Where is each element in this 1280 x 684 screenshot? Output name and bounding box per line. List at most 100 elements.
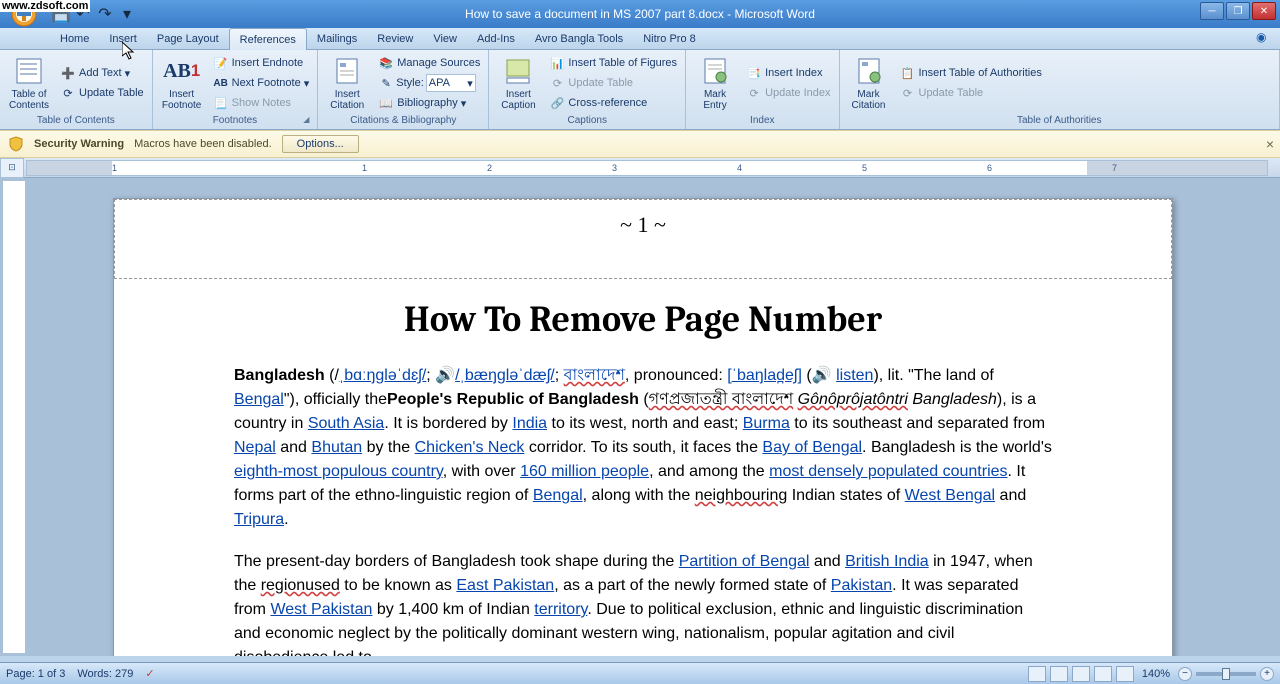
zoom-in-button[interactable]: + bbox=[1260, 667, 1274, 681]
status-words[interactable]: Words: 279 bbox=[77, 668, 133, 680]
status-bar: Page: 1 of 3 Words: 279 ✓ 140% − + bbox=[0, 662, 1280, 684]
tab-avro-bangla[interactable]: Avro Bangla Tools bbox=[525, 28, 633, 50]
tab-view[interactable]: View bbox=[423, 28, 467, 50]
spell-check-icon[interactable]: ✓ bbox=[145, 667, 154, 680]
document-body[interactable]: Bangladesh (/ˌbɑːŋɡləˈdɛʃ/; 🔊/ˌbæŋɡləˈdæ… bbox=[234, 364, 1052, 656]
manage-sources-button[interactable]: 📚Manage Sources bbox=[374, 53, 484, 73]
style-icon: ✎ bbox=[378, 75, 394, 91]
view-draft[interactable] bbox=[1116, 666, 1134, 682]
update-table-captions-button: ⟳Update Table bbox=[545, 73, 681, 93]
insert-endnote-button[interactable]: 📝Insert Endnote bbox=[209, 53, 314, 73]
page-container[interactable]: ~ 1 ~ How To Remove Page Number Banglade… bbox=[28, 178, 1280, 656]
add-text-icon: ➕ bbox=[60, 65, 76, 81]
show-notes-button: 📃Show Notes bbox=[209, 93, 314, 113]
insert-caption-button[interactable]: Insert Caption bbox=[493, 52, 543, 114]
tab-page-layout[interactable]: Page Layout bbox=[147, 28, 229, 50]
vertical-ruler[interactable] bbox=[2, 180, 26, 654]
group-label-index: Index bbox=[690, 114, 834, 127]
update-index-icon: ⟳ bbox=[746, 85, 762, 101]
update-table-button[interactable]: ⟳Update Table bbox=[56, 83, 148, 103]
caption-icon bbox=[502, 55, 534, 87]
security-warning-bar: Security Warning Macros have been disabl… bbox=[0, 130, 1280, 158]
group-captions: Insert Caption 📊Insert Table of Figures … bbox=[489, 50, 686, 129]
tab-nitro-pro[interactable]: Nitro Pro 8 bbox=[633, 28, 706, 50]
redo-icon[interactable]: ↷ bbox=[96, 5, 114, 23]
tab-references[interactable]: References bbox=[229, 28, 307, 50]
group-index: Mark Entry 📑Insert Index ⟳Update Index I… bbox=[686, 50, 839, 129]
group-label-footnotes: Footnotes bbox=[157, 114, 314, 127]
zoom-slider[interactable] bbox=[1196, 672, 1256, 676]
view-print-layout[interactable] bbox=[1028, 666, 1046, 682]
minimize-button[interactable]: ─ bbox=[1200, 2, 1224, 20]
tab-mailings[interactable]: Mailings bbox=[307, 28, 367, 50]
tab-insert[interactable]: Insert bbox=[99, 28, 147, 50]
bibliography-icon: 📖 bbox=[378, 95, 394, 111]
view-full-screen[interactable] bbox=[1050, 666, 1068, 682]
ruler-area: ⊡ 1 1 2 3 4 5 6 7 bbox=[0, 158, 1280, 178]
figures-icon: 📊 bbox=[549, 55, 565, 71]
zoom-out-button[interactable]: − bbox=[1178, 667, 1192, 681]
insert-index-button[interactable]: 📑Insert Index bbox=[742, 63, 834, 83]
tab-home[interactable]: Home bbox=[50, 28, 99, 50]
ribbon: Table of Contents ➕Add Text ▾ ⟳Update Ta… bbox=[0, 50, 1280, 130]
window-title: How to save a document in MS 2007 part 8… bbox=[465, 7, 815, 21]
view-web-layout[interactable] bbox=[1072, 666, 1090, 682]
zoom-level[interactable]: 140% bbox=[1142, 668, 1170, 680]
style-label: Style: bbox=[396, 77, 424, 89]
insert-toa-icon: 📋 bbox=[900, 65, 916, 81]
group-label-toc: Table of Contents bbox=[4, 114, 148, 127]
ruler-corner[interactable]: ⊡ bbox=[0, 158, 24, 178]
mark-entry-label: Mark Entry bbox=[703, 89, 726, 111]
table-of-contents-button[interactable]: Table of Contents bbox=[4, 52, 54, 114]
style-select[interactable]: APA▾ bbox=[426, 74, 476, 92]
status-page[interactable]: Page: 1 of 3 bbox=[6, 668, 65, 680]
manage-sources-icon: 📚 bbox=[378, 55, 394, 71]
citation-label: Insert Citation bbox=[330, 89, 364, 111]
show-notes-icon: 📃 bbox=[213, 95, 229, 111]
ribbon-tabs: Home Insert Page Layout References Maili… bbox=[0, 28, 1280, 50]
insert-toa-button[interactable]: 📋Insert Table of Authorities bbox=[896, 63, 1046, 83]
tab-add-ins[interactable]: Add-Ins bbox=[467, 28, 525, 50]
maximize-button[interactable]: ❐ bbox=[1226, 2, 1250, 20]
close-button[interactable]: ✕ bbox=[1252, 2, 1276, 20]
security-options-button[interactable]: Options... bbox=[282, 135, 359, 153]
insert-table-figures-button[interactable]: 📊Insert Table of Figures bbox=[545, 53, 681, 73]
add-text-button[interactable]: ➕Add Text ▾ bbox=[56, 63, 148, 83]
update-icon: ⟳ bbox=[60, 85, 76, 101]
security-warning-message: Macros have been disabled. bbox=[134, 138, 272, 150]
citation-icon bbox=[331, 55, 363, 87]
insert-footnote-button[interactable]: AB1 Insert Footnote bbox=[157, 52, 207, 114]
security-close-button[interactable]: × bbox=[1266, 136, 1274, 152]
titlebar: 💾 ↶ ↷ ▾ How to save a document in MS 200… bbox=[0, 0, 1280, 28]
page-header: ~ 1 ~ bbox=[114, 199, 1172, 279]
mark-citation-button[interactable]: Mark Citation bbox=[844, 52, 894, 114]
security-warning-label: Security Warning bbox=[34, 138, 124, 150]
mark-entry-icon bbox=[699, 55, 731, 87]
tab-review[interactable]: Review bbox=[367, 28, 423, 50]
insert-citation-button[interactable]: Insert Citation bbox=[322, 52, 372, 114]
bibliography-button[interactable]: 📖Bibliography ▾ bbox=[374, 93, 484, 113]
next-footnote-icon: AB bbox=[213, 75, 229, 91]
mark-citation-icon bbox=[853, 55, 885, 87]
endnote-icon: 📝 bbox=[213, 55, 229, 71]
page[interactable]: ~ 1 ~ How To Remove Page Number Banglade… bbox=[113, 198, 1173, 656]
horizontal-ruler[interactable]: 1 1 2 3 4 5 6 7 bbox=[26, 160, 1268, 176]
group-table-of-contents: Table of Contents ➕Add Text ▾ ⟳Update Ta… bbox=[0, 50, 153, 129]
qat-dropdown-icon[interactable]: ▾ bbox=[118, 5, 136, 23]
document-area: ~ 1 ~ How To Remove Page Number Banglade… bbox=[0, 178, 1280, 656]
update-captions-icon: ⟳ bbox=[549, 75, 565, 91]
group-label-captions: Captions bbox=[493, 114, 681, 127]
view-outline[interactable] bbox=[1094, 666, 1112, 682]
footnotes-dialog-launcher[interactable]: ◢ bbox=[303, 115, 315, 127]
next-footnote-button[interactable]: ABNext Footnote ▾ bbox=[209, 73, 314, 93]
group-footnotes: AB1 Insert Footnote 📝Insert Endnote ABNe… bbox=[153, 50, 319, 129]
citation-style-row: ✎ Style: APA▾ bbox=[374, 73, 484, 93]
group-label-toa: Table of Authorities bbox=[844, 114, 1276, 127]
mark-entry-button[interactable]: Mark Entry bbox=[690, 52, 740, 114]
update-index-button: ⟳Update Index bbox=[742, 83, 834, 103]
cross-reference-button[interactable]: 🔗Cross-reference bbox=[545, 93, 681, 113]
document-heading: How To Remove Page Number bbox=[234, 299, 1052, 340]
help-icon[interactable]: ◉ bbox=[1256, 30, 1272, 46]
group-table-of-authorities: Mark Citation 📋Insert Table of Authoriti… bbox=[840, 50, 1280, 129]
watermark: www.zdsoft.com bbox=[0, 0, 90, 12]
